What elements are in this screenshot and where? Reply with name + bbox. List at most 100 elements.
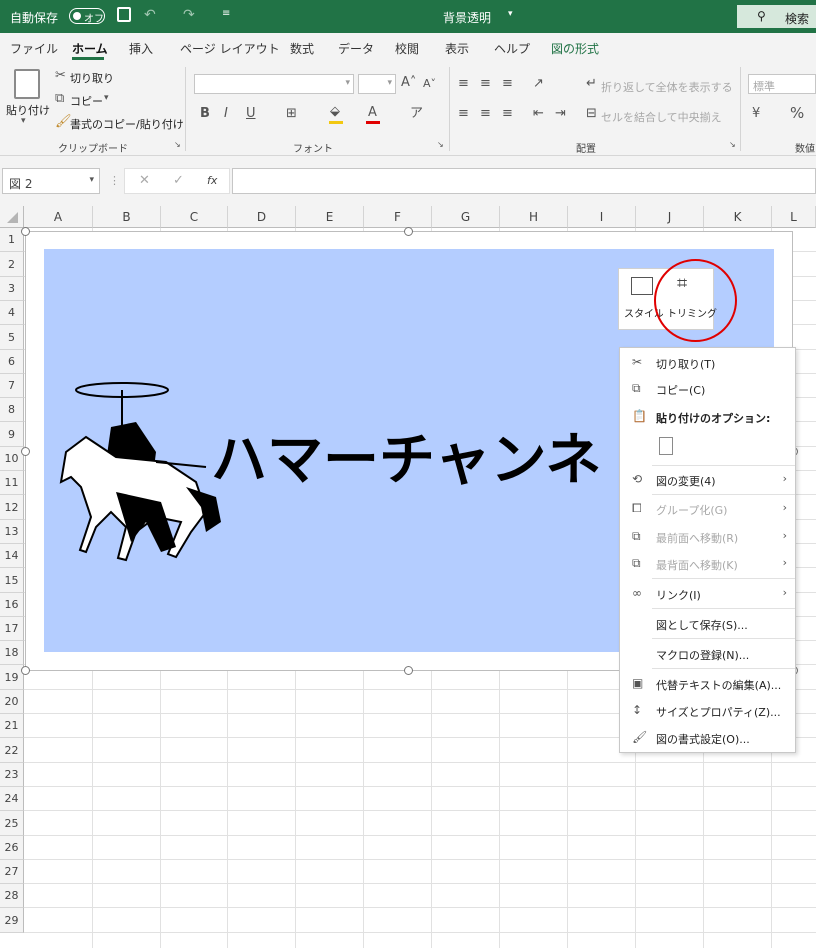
- tab-review[interactable]: 校閲: [395, 40, 419, 57]
- row-header[interactable]: 28: [0, 884, 24, 908]
- tab-picture-format[interactable]: 図の形式: [551, 40, 599, 57]
- name-box[interactable]: 図 2 ▾: [2, 168, 100, 194]
- row-header[interactable]: 2: [0, 252, 24, 277]
- tab-page-layout[interactable]: ページ レイアウト: [180, 40, 280, 57]
- row-header[interactable]: 8: [0, 398, 24, 422]
- row-header[interactable]: 18: [0, 641, 24, 665]
- column-header[interactable]: H: [500, 206, 568, 228]
- menu-item-alt-text[interactable]: ▣ 代替テキストの編集(A)...: [620, 672, 795, 696]
- shrink-font-icon[interactable]: A˅: [423, 78, 436, 89]
- paste-chevron-icon[interactable]: ▾: [21, 117, 26, 126]
- tab-help[interactable]: ヘルプ: [494, 40, 530, 57]
- wrap-text-icon[interactable]: ↵: [586, 77, 597, 90]
- decrease-indent-icon[interactable]: ⇤: [533, 107, 544, 120]
- row-header[interactable]: 6: [0, 350, 24, 374]
- menu-item-group[interactable]: ⧠ グループ化(G) ›: [620, 497, 795, 521]
- select-all-button[interactable]: [0, 206, 24, 228]
- row-header[interactable]: 5: [0, 325, 24, 350]
- align-center-icon[interactable]: ≡: [480, 107, 491, 120]
- row-header[interactable]: 17: [0, 617, 24, 641]
- fill-color-icon[interactable]: ⬙: [330, 105, 340, 118]
- copy-chevron-icon[interactable]: ▾: [104, 94, 109, 103]
- phonetic-icon[interactable]: ア: [410, 107, 423, 120]
- format-painter-button[interactable]: 書式のコピー/貼り付け: [70, 116, 184, 132]
- insert-function-icon[interactable]: fx: [207, 174, 217, 187]
- row-header[interactable]: 20: [0, 690, 24, 714]
- row-header[interactable]: 27: [0, 860, 24, 884]
- cut-button[interactable]: 切り取り: [70, 70, 114, 86]
- menu-item-size-properties[interactable]: ↕ サイズとプロパティ(Z)...: [620, 699, 795, 723]
- menu-item-format-picture[interactable]: 🖌 図の書式設定(O)...: [620, 726, 795, 750]
- grow-font-icon[interactable]: A˄: [401, 76, 416, 89]
- column-header[interactable]: K: [704, 206, 772, 228]
- column-header[interactable]: E: [296, 206, 364, 228]
- tab-formulas[interactable]: 数式: [290, 40, 314, 57]
- align-top-icon[interactable]: ≡: [458, 77, 469, 90]
- menu-item-cut[interactable]: ✂ 切り取り(T): [620, 351, 795, 375]
- column-header[interactable]: F: [364, 206, 432, 228]
- align-right-icon[interactable]: ≡: [502, 107, 513, 120]
- menu-item-copy[interactable]: ⧉ コピー(C): [620, 377, 795, 401]
- percent-icon[interactable]: %: [790, 106, 804, 121]
- underline-icon[interactable]: U: [246, 107, 256, 120]
- row-header[interactable]: 26: [0, 836, 24, 860]
- row-header[interactable]: 3: [0, 277, 24, 301]
- undo-icon[interactable]: ↶: [144, 7, 156, 23]
- italic-icon[interactable]: I: [224, 107, 228, 120]
- font-size-combo[interactable]: ▾: [358, 74, 396, 94]
- paste-button[interactable]: 貼り付け: [6, 102, 50, 118]
- row-header[interactable]: 15: [0, 568, 24, 593]
- column-header[interactable]: A: [24, 206, 93, 228]
- column-header[interactable]: I: [568, 206, 636, 228]
- row-header[interactable]: 13: [0, 520, 24, 544]
- currency-icon[interactable]: ¥: [752, 107, 760, 120]
- column-header[interactable]: G: [432, 206, 500, 228]
- dialog-launcher-icon[interactable]: ↘: [437, 141, 444, 149]
- scissors-icon[interactable]: ✂: [55, 69, 66, 82]
- row-header[interactable]: 24: [0, 787, 24, 811]
- customize-qat-icon[interactable]: ≡: [222, 8, 230, 19]
- resize-handle[interactable]: [404, 227, 413, 236]
- autosave-toggle[interactable]: オフ: [69, 8, 105, 25]
- formula-input[interactable]: [232, 168, 816, 194]
- align-left-icon[interactable]: ≡: [458, 107, 469, 120]
- font-color-icon[interactable]: A: [368, 106, 377, 119]
- row-header[interactable]: 16: [0, 593, 24, 617]
- paste-picture-button[interactable]: [656, 435, 678, 459]
- resize-handle[interactable]: [404, 666, 413, 675]
- row-header[interactable]: 4: [0, 301, 24, 325]
- menu-item-assign-macro[interactable]: マクロの登録(N)...: [620, 642, 795, 666]
- row-header[interactable]: 22: [0, 738, 24, 763]
- cancel-icon[interactable]: ✕: [139, 173, 150, 188]
- enter-icon[interactable]: ✓: [173, 173, 184, 188]
- tab-insert[interactable]: 挿入: [129, 40, 153, 57]
- resize-handle[interactable]: [21, 227, 30, 236]
- column-header[interactable]: C: [161, 206, 228, 228]
- row-header[interactable]: 21: [0, 714, 24, 738]
- column-header[interactable]: B: [93, 206, 161, 228]
- menu-item-link[interactable]: ∞ リンク(I) ›: [620, 582, 795, 606]
- row-header[interactable]: 25: [0, 811, 24, 836]
- dialog-launcher-icon[interactable]: ↘: [729, 141, 736, 149]
- align-middle-icon[interactable]: ≡: [480, 77, 491, 90]
- bold-icon[interactable]: B: [200, 107, 210, 120]
- tab-file[interactable]: ファイル: [10, 40, 58, 57]
- resize-handle[interactable]: [21, 447, 30, 456]
- resize-handle[interactable]: [21, 666, 30, 675]
- orientation-icon[interactable]: ↗: [533, 77, 544, 90]
- row-header[interactable]: 14: [0, 544, 24, 568]
- save-icon[interactable]: [117, 7, 131, 22]
- search-box[interactable]: ⚲ 検索: [737, 5, 816, 28]
- tab-data[interactable]: データ: [338, 40, 374, 57]
- column-header[interactable]: D: [228, 206, 296, 228]
- chevron-down-icon[interactable]: ▾: [508, 9, 513, 19]
- number-format-combo[interactable]: 標準: [748, 74, 816, 94]
- tab-home[interactable]: ホーム: [72, 40, 108, 57]
- merge-cells-icon[interactable]: ⊟: [586, 107, 597, 120]
- dialog-launcher-icon[interactable]: ↘: [174, 141, 181, 149]
- merge-center-button[interactable]: セルを結合して中央揃え: [601, 109, 722, 125]
- increase-indent-icon[interactable]: ⇥: [555, 107, 566, 120]
- column-header[interactable]: L: [772, 206, 816, 228]
- font-name-combo[interactable]: ▾: [194, 74, 354, 94]
- copy-icon[interactable]: ⧉: [55, 92, 64, 105]
